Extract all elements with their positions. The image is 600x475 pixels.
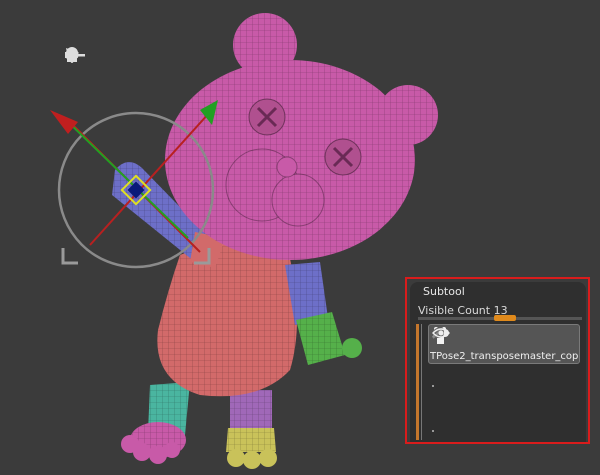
empty-slot-marker (432, 430, 434, 432)
torso (157, 241, 298, 397)
pin-icon[interactable] (66, 47, 104, 65)
right-arm (285, 262, 362, 365)
left-leg (121, 382, 190, 464)
3d-viewport[interactable]: Subtool Visible Count 13 TPose2_transpos… (0, 0, 600, 475)
subtool-panel: Subtool Visible Count 13 TPose2_transpos… (410, 282, 586, 442)
home-icon[interactable] (65, 47, 148, 65)
location-icon[interactable] (65, 47, 126, 65)
subtool-list-scrollbar[interactable] (416, 324, 419, 440)
lock-icon[interactable] (67, 47, 192, 65)
key-icon[interactable] (65, 47, 214, 65)
eye-icon[interactable] (432, 327, 450, 339)
gizmo-toolbar (64, 47, 214, 65)
right-leg (226, 390, 277, 469)
subtool-item-name: TPose2_transposemaster_cop (430, 351, 579, 362)
slider-thumb[interactable] (494, 315, 516, 321)
empty-slot-marker (432, 385, 434, 387)
visible-count-label: Visible Count (418, 304, 491, 317)
subtool-list-divider (421, 324, 422, 440)
subtool-panel-title[interactable]: Subtool (423, 285, 465, 298)
reset-icon[interactable] (65, 47, 170, 65)
subtool-item[interactable]: TPose2_transposemaster_cop (428, 324, 580, 364)
visible-count-slider[interactable] (418, 315, 582, 321)
